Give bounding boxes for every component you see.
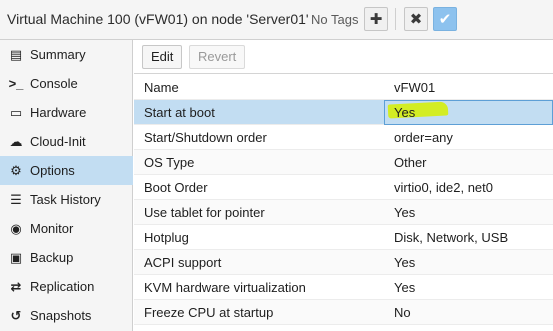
replication-icon: ⇄	[10, 278, 22, 294]
eye-icon: ◉	[10, 220, 22, 236]
cancel-tags-button[interactable]: ✖	[404, 7, 428, 31]
list-icon: ☰	[10, 191, 22, 207]
gear-icon: ⚙	[10, 162, 22, 178]
sidebar-item-cloud-init[interactable]: ☁ Cloud-Init	[0, 127, 133, 156]
table-row[interactable]: Hotplug Disk, Network, USB	[134, 225, 553, 250]
page-title: Virtual Machine 100 (vFW01) on node 'Ser…	[7, 11, 309, 27]
option-value: Other	[394, 155, 427, 170]
history-icon: ↺	[10, 307, 22, 323]
table-row[interactable]: Start/Shutdown order order=any	[134, 125, 553, 150]
option-name: Hotplug	[144, 230, 189, 245]
option-value: Disk, Network, USB	[394, 230, 509, 245]
confirm-tags-button[interactable]: ✔	[433, 7, 457, 31]
option-name: ACPI support	[144, 255, 222, 270]
hardware-icon: ▭	[9, 104, 23, 120]
sidebar-item-label: Options	[30, 163, 75, 178]
sidebar: ▤ Summary >_ Console ▭ Hardware ☁ Cloud-…	[0, 40, 133, 331]
option-name: Boot Order	[144, 180, 208, 195]
option-value: vFW01	[394, 80, 436, 95]
option-value: Yes	[394, 280, 416, 295]
table-row[interactable]: Freeze CPU at startup No	[134, 300, 553, 325]
close-icon: ✖	[409, 11, 423, 28]
cloud-icon: ☁	[9, 133, 23, 149]
table-row[interactable]: Name vFW01	[134, 75, 553, 100]
sidebar-item-hardware[interactable]: ▭ Hardware	[0, 98, 133, 127]
table-row[interactable]: Use tablet for pointer Yes	[134, 200, 553, 225]
option-name: KVM hardware virtualization	[144, 280, 306, 295]
option-value: Yes	[394, 205, 416, 220]
sidebar-item-label: Task History	[30, 192, 101, 207]
option-value: virtio0, ide2, net0	[394, 180, 494, 195]
header-bar: Virtual Machine 100 (vFW01) on node 'Ser…	[0, 0, 553, 40]
revert-button[interactable]: Revert	[189, 45, 246, 69]
summary-icon: ▤	[9, 46, 23, 62]
option-value: Yes	[394, 105, 416, 120]
option-name: OS Type	[144, 155, 195, 170]
sidebar-item-backup[interactable]: ▣ Backup	[0, 243, 133, 272]
sidebar-item-label: Monitor	[30, 221, 74, 236]
option-value: order=any	[394, 130, 453, 145]
sidebar-item-options[interactable]: ⚙ Options	[0, 156, 133, 185]
check-icon: ✔	[438, 11, 452, 28]
option-value: No	[394, 305, 411, 320]
table-row[interactable]: ACPI support Yes	[134, 250, 553, 275]
sidebar-item-label: Replication	[30, 279, 95, 294]
option-name: Start at boot	[144, 105, 215, 120]
sidebar-item-summary[interactable]: ▤ Summary	[0, 40, 133, 69]
tags-label: No Tags	[311, 12, 359, 27]
table-row[interactable]: Boot Order virtio0, ide2, net0	[134, 175, 553, 200]
table-row[interactable]: KVM hardware virtualization Yes	[134, 275, 553, 300]
floppy-icon: ▣	[9, 249, 23, 265]
sidebar-item-task-history[interactable]: ☰ Task History	[0, 185, 133, 214]
sidebar-item-console[interactable]: >_ Console	[0, 69, 133, 98]
sidebar-item-label: Console	[30, 76, 78, 91]
sidebar-item-label: Backup	[30, 250, 74, 265]
sidebar-item-label: Cloud-Init	[30, 134, 86, 149]
add-tag-button[interactable]: ✚	[364, 7, 388, 31]
options-toolbar: Edit Revert	[134, 40, 553, 74]
sidebar-item-label: Hardware	[30, 105, 87, 120]
plus-icon: ✚	[369, 11, 383, 28]
option-name: Use tablet for pointer	[144, 205, 265, 220]
table-row[interactable]: OS Type Other	[134, 150, 553, 175]
sidebar-item-monitor[interactable]: ◉ Monitor	[0, 214, 133, 243]
edit-button[interactable]: Edit	[142, 45, 183, 69]
option-name: Name	[144, 80, 179, 95]
sidebar-item-label: Summary	[30, 47, 86, 62]
option-value: Yes	[394, 255, 416, 270]
options-grid: Name vFW01 Start at boot Yes Start/Shutd…	[134, 75, 553, 325]
toolbar-divider	[395, 8, 396, 30]
sidebar-item-replication[interactable]: ⇄ Replication	[0, 272, 133, 301]
sidebar-item-label: Snapshots	[30, 308, 92, 323]
sidebar-item-snapshots[interactable]: ↺ Snapshots	[0, 301, 133, 330]
option-name: Freeze CPU at startup	[144, 305, 274, 320]
option-name: Start/Shutdown order	[144, 130, 267, 145]
table-row-selected[interactable]: Start at boot Yes	[134, 100, 553, 125]
console-icon: >_	[8, 76, 24, 91]
